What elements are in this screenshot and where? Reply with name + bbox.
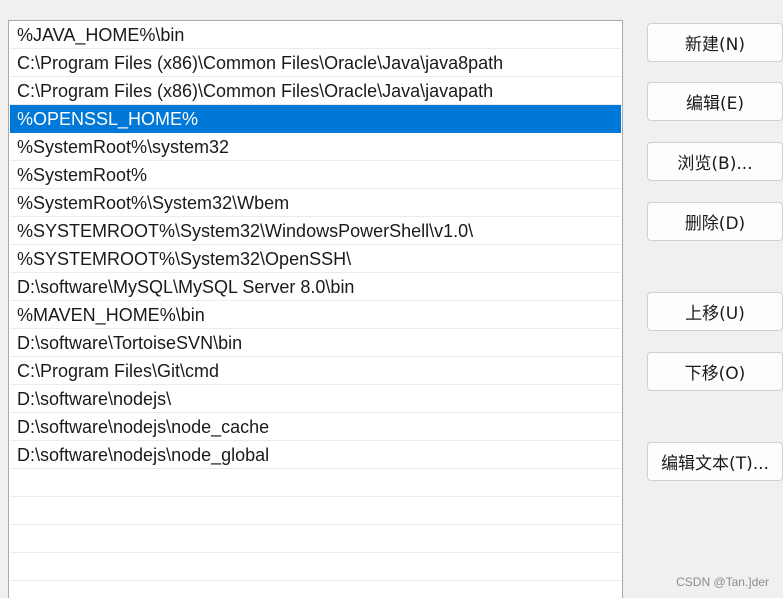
path-list-empty-row[interactable] [10, 581, 621, 598]
edit-text-button[interactable]: 编辑文本(T)... [647, 442, 783, 481]
delete-button[interactable]: 删除(D) [647, 202, 783, 241]
path-list-empty-row[interactable] [10, 525, 621, 553]
path-list-item[interactable]: %SYSTEMROOT%\System32\WindowsPowerShell\… [10, 217, 621, 245]
new-button[interactable]: 新建(N) [647, 23, 783, 62]
edit-environment-variable-dialog: %JAVA_HOME%\bin C:\Program Files (x86)\C… [0, 0, 783, 598]
path-list-item[interactable]: %SystemRoot%\System32\Wbem [10, 189, 621, 217]
path-list-item[interactable]: D:\software\nodejs\ [10, 385, 621, 413]
move-up-button[interactable]: 上移(U) [647, 292, 783, 331]
path-list-item[interactable]: C:\Program Files (x86)\Common Files\Orac… [10, 77, 621, 105]
path-list-item[interactable]: %JAVA_HOME%\bin [10, 21, 621, 49]
path-list-item[interactable]: C:\Program Files (x86)\Common Files\Orac… [10, 49, 621, 77]
path-list-item[interactable]: %SYSTEMROOT%\System32\OpenSSH\ [10, 245, 621, 273]
path-list-item[interactable]: D:\software\nodejs\node_global [10, 441, 621, 469]
edit-button[interactable]: 编辑(E) [647, 82, 783, 121]
path-list-item[interactable]: %SystemRoot%\system32 [10, 133, 621, 161]
browse-button[interactable]: 浏览(B)... [647, 142, 783, 181]
move-down-button[interactable]: 下移(O) [647, 352, 783, 391]
path-list-item[interactable]: D:\software\nodejs\node_cache [10, 413, 621, 441]
path-list-empty-row[interactable] [10, 553, 621, 581]
path-list-item-selected[interactable]: %OPENSSL_HOME% [10, 105, 621, 133]
path-list-empty-row[interactable] [10, 497, 621, 525]
watermark: CSDN @Tan.]der [676, 575, 769, 589]
path-list[interactable]: %JAVA_HOME%\bin C:\Program Files (x86)\C… [8, 20, 623, 598]
path-list-empty-row[interactable] [10, 469, 621, 497]
path-list-item[interactable]: D:\software\TortoiseSVN\bin [10, 329, 621, 357]
path-list-item[interactable]: %MAVEN_HOME%\bin [10, 301, 621, 329]
path-list-item[interactable]: D:\software\MySQL\MySQL Server 8.0\bin [10, 273, 621, 301]
path-list-item[interactable]: C:\Program Files\Git\cmd [10, 357, 621, 385]
path-list-item[interactable]: %SystemRoot% [10, 161, 621, 189]
